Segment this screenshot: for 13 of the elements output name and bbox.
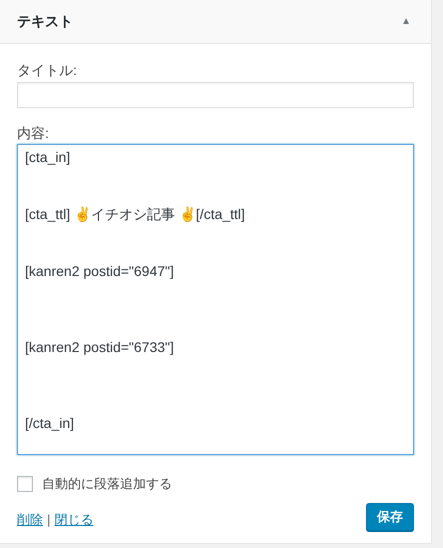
widget-link[interactable]: 削除 bbox=[17, 510, 43, 529]
collapse-toggle[interactable]: ▲ bbox=[401, 14, 411, 29]
title-input-field[interactable] bbox=[17, 82, 414, 108]
link-separator: | bbox=[47, 510, 50, 529]
field-label: 内容: bbox=[17, 124, 50, 142]
widget-link[interactable]: 閉じる bbox=[54, 510, 94, 529]
field-label: タイトル: bbox=[17, 61, 78, 79]
checkbox[interactable] bbox=[17, 476, 33, 492]
checkbox-label: 自動的に段落追加する bbox=[42, 475, 172, 493]
widget-header[interactable]: テキスト ▲ bbox=[0, 0, 431, 44]
widget-title: テキスト bbox=[17, 12, 73, 31]
save-button[interactable]: 保存 bbox=[366, 502, 414, 530]
content-text-area[interactable]: [cta_in] [cta_ttl] ✌イチオシ記事 ✌[/cta_ttl] [kanren2 postid="6947"] [kanren2 postid="6733"] [/cta_in] bbox=[17, 144, 414, 455]
